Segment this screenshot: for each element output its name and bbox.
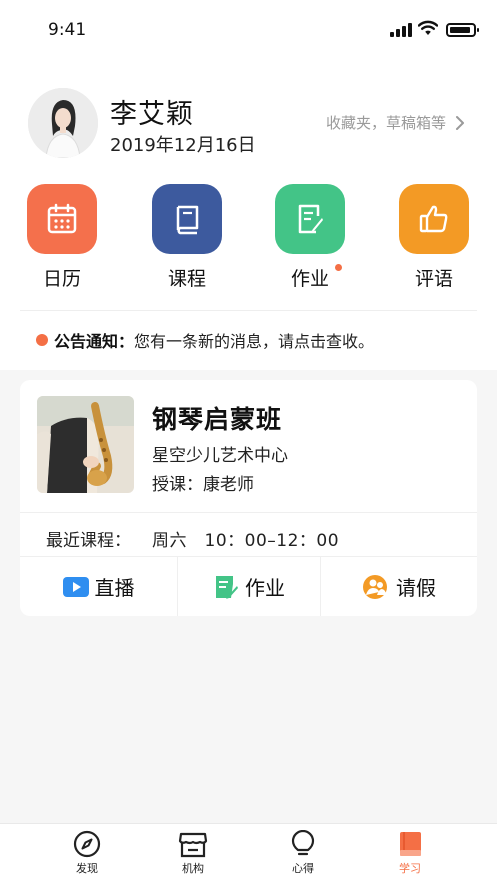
course-title: 钢琴启蒙班 (152, 405, 283, 434)
course-teacher: 授课：康老师 (152, 475, 254, 495)
favorites-drafts-link[interactable]: 收藏夹，草稿箱等 (326, 112, 468, 133)
chevron-right-icon (456, 115, 465, 130)
store-icon (178, 832, 208, 858)
divider (20, 310, 477, 311)
homework-edit-icon (216, 575, 238, 599)
tab-discover[interactable]: 发现 (57, 830, 117, 876)
quick-action-label: 课程 (167, 268, 206, 290)
recent-course-label: 最近课程： (46, 531, 131, 551)
book-icon (152, 184, 222, 254)
course-card[interactable]: 钢琴启蒙班 星空少儿艺术中心 授课：康老师 最近课程： 周六 10：00–12：… (20, 380, 477, 616)
quick-action-comment[interactable]: 评语 (389, 184, 479, 291)
live-button[interactable]: 直播 (20, 557, 177, 616)
notice-dot-icon (36, 334, 48, 346)
tab-insights[interactable]: 心得 (273, 830, 333, 876)
quick-action-homework[interactable]: 作业 (265, 184, 355, 291)
thumbs-up-icon (399, 184, 469, 254)
header-panel: 9:41 李艾颖 2019年12月16日 收藏夹，草稿箱等 日历 课程 作业 评… (0, 0, 497, 370)
tab-label: 学习 (399, 862, 421, 875)
quick-action-calendar[interactable]: 日历 (17, 184, 107, 291)
study-book-icon (400, 832, 421, 856)
status-bar: 9:41 (0, 0, 497, 60)
tab-institution[interactable]: 机构 (163, 830, 223, 876)
course-org: 星空少儿艺术中心 (152, 446, 288, 466)
course-homework-label: 作业 (245, 576, 285, 600)
tab-label: 心得 (292, 862, 314, 875)
avatar[interactable] (28, 88, 98, 158)
quick-actions: 日历 课程 作业 评语 (0, 184, 497, 294)
quick-action-label: 评语 (414, 268, 453, 290)
favorites-drafts-label: 收藏夹，草稿箱等 (326, 114, 447, 132)
tab-label: 机构 (182, 862, 204, 875)
leave-button[interactable]: 请假 (321, 557, 477, 616)
homework-icon (275, 184, 345, 254)
notice-text: 您有一条新的消息，请点击查收。 (134, 332, 375, 351)
notice-bar[interactable]: 公告通知： 您有一条新的消息，请点击查收。 (36, 328, 374, 352)
leave-button-label: 请假 (396, 576, 436, 600)
quick-action-label: 日历 (42, 268, 81, 290)
course-homework-button[interactable]: 作业 (178, 557, 320, 616)
avatar-photo-icon (28, 88, 98, 158)
tab-label: 发现 (76, 862, 98, 875)
user-date: 2019年12月16日 (110, 135, 256, 156)
bulb-icon (291, 830, 315, 856)
new-badge-dot (335, 264, 342, 271)
tab-bar: 发现 机构 心得 学习 (0, 823, 497, 883)
quick-action-course[interactable]: 课程 (142, 184, 232, 291)
status-time: 9:41 (48, 20, 87, 40)
signal-icon (390, 23, 412, 37)
calendar-icon (27, 184, 97, 254)
saxophone-photo-icon (37, 396, 134, 493)
tab-study[interactable]: 学习 (380, 830, 440, 876)
divider (20, 512, 477, 513)
course-cover-image (37, 396, 134, 493)
leave-icon (363, 574, 387, 599)
course-actions: 直播 作业 请假 (20, 557, 477, 616)
compass-icon (73, 830, 101, 858)
notice-title: 公告通知： (54, 332, 135, 351)
wifi-icon (418, 20, 438, 35)
user-name: 李艾颖 (110, 99, 194, 130)
play-icon (62, 576, 89, 597)
live-button-label: 直播 (94, 576, 135, 600)
battery-icon (446, 23, 479, 37)
recent-course-time: 周六 10：00–12：00 (152, 531, 340, 551)
